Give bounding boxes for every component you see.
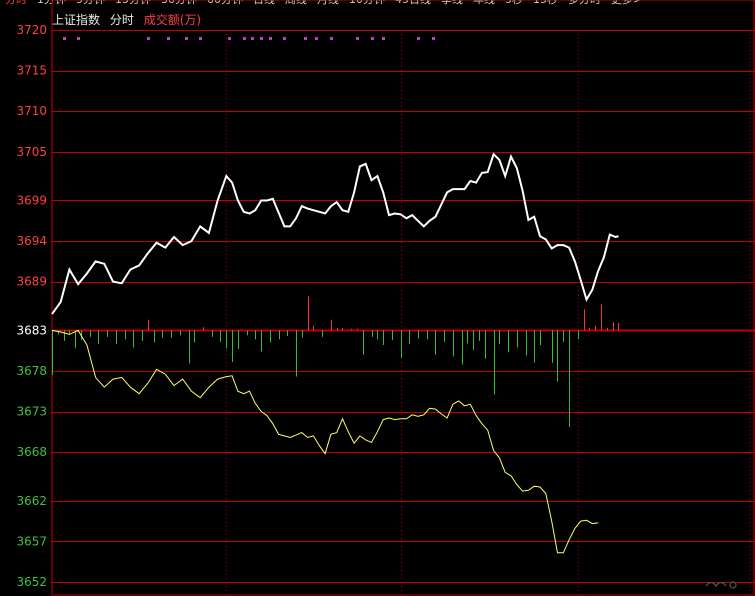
event-marker bbox=[432, 37, 435, 40]
event-marker bbox=[167, 37, 170, 40]
volume-bars bbox=[52, 296, 619, 427]
chart-grid bbox=[51, 0, 755, 596]
event-marker bbox=[199, 37, 202, 40]
event-marker bbox=[315, 37, 318, 40]
y-tick-label: 3668 bbox=[16, 445, 47, 459]
event-marker bbox=[356, 37, 359, 40]
event-marker bbox=[382, 37, 385, 40]
event-marker bbox=[269, 37, 272, 40]
y-tick-label: 3683 bbox=[16, 323, 47, 337]
y-tick-label: 3657 bbox=[16, 534, 47, 548]
event-markers bbox=[63, 37, 435, 40]
y-tick-label: 3699 bbox=[16, 193, 47, 207]
y-tick-label: 3694 bbox=[16, 234, 47, 248]
y-tick-label: 3689 bbox=[16, 275, 47, 289]
plot-frame bbox=[51, 0, 755, 596]
watermark-icon bbox=[705, 581, 737, 589]
y-axis-labels: 3720 3715 3710 3705 3699 3694 3689 3683 3678 3673… bbox=[16, 23, 47, 589]
event-marker bbox=[185, 37, 188, 40]
event-marker bbox=[251, 37, 254, 40]
event-marker bbox=[228, 37, 231, 40]
y-tick-label: 3715 bbox=[16, 64, 47, 78]
event-marker bbox=[63, 37, 66, 40]
y-tick-label: 3662 bbox=[16, 494, 47, 508]
y-tick-label: 3673 bbox=[16, 405, 47, 419]
y-tick-label: 3652 bbox=[16, 575, 47, 589]
event-marker bbox=[243, 37, 246, 40]
average-price-line bbox=[51, 329, 599, 554]
y-tick-label: 3720 bbox=[16, 23, 47, 37]
y-tick-label: 3710 bbox=[16, 104, 47, 118]
event-marker bbox=[417, 37, 420, 40]
event-marker bbox=[147, 37, 150, 40]
y-tick-label: 3678 bbox=[16, 364, 47, 378]
y-tick-label: 3705 bbox=[16, 145, 47, 159]
event-marker bbox=[283, 37, 286, 40]
event-marker bbox=[260, 37, 263, 40]
event-marker bbox=[371, 37, 374, 40]
intraday-chart: 3720 3715 3710 3705 3699 3694 3689 3683 3678 3673… bbox=[16, 0, 755, 596]
event-marker bbox=[77, 37, 80, 40]
event-marker bbox=[330, 37, 333, 40]
event-marker bbox=[304, 37, 307, 40]
price-line bbox=[51, 152, 619, 315]
